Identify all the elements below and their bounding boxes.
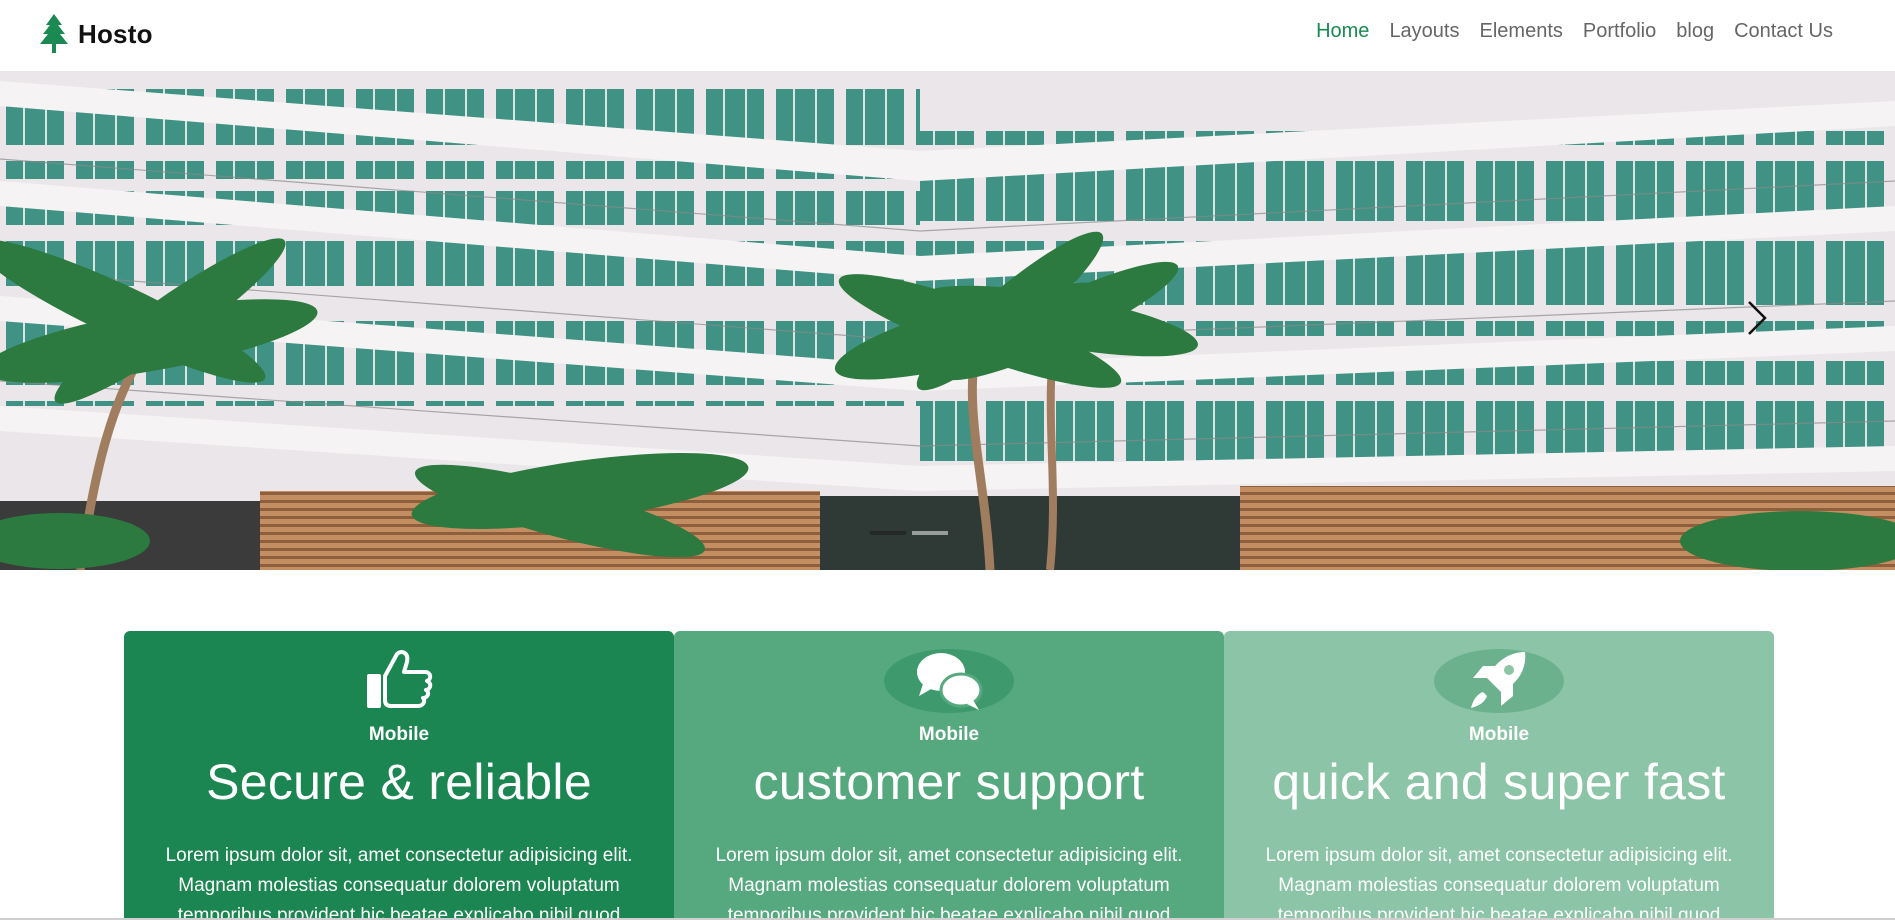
hero-image: [0, 71, 1895, 570]
feature-description: Lorem ipsum dolor sit, amet consectetur …: [715, 845, 1183, 920]
carousel-indicator-2[interactable]: [912, 531, 948, 535]
feature-description: Lorem ipsum dolor sit, amet consectetur …: [1265, 845, 1733, 920]
feature-kicker: Mobile: [918, 724, 980, 745]
feature-card-secure: Mobile Secure & reliable Lorem ipsum dol…: [124, 631, 674, 920]
nav-link-elements[interactable]: Elements: [1480, 20, 1563, 43]
brand[interactable]: Hosto: [38, 14, 153, 54]
feature-card-fast: Mobile quick and super fast Lorem ipsum …: [1224, 631, 1774, 920]
feature-title: quick and super fast: [1272, 754, 1726, 810]
thumbs-up-icon: [334, 649, 464, 713]
nav-link-home[interactable]: Home: [1316, 20, 1369, 43]
nav-link-layouts[interactable]: Layouts: [1389, 20, 1459, 43]
pine-tree-icon: [38, 14, 70, 54]
main-nav: Home Layouts Elements Portfolio blog Con…: [1316, 20, 1833, 43]
feature-kicker: Mobile: [368, 724, 430, 745]
feature-card-support: Mobile customer support Lorem ipsum dolo…: [674, 631, 1224, 920]
hero-carousel: [0, 71, 1895, 570]
nav-link-portfolio[interactable]: Portfolio: [1583, 20, 1656, 43]
feature-description: Lorem ipsum dolor sit, amet consectetur …: [165, 845, 633, 920]
chat-bubbles-icon: [884, 649, 1014, 713]
carousel-indicator-1[interactable]: [870, 531, 906, 535]
feature-title: Secure & reliable: [206, 754, 592, 810]
chevron-right-icon: [1746, 300, 1768, 341]
nav-link-contact-us[interactable]: Contact Us: [1734, 20, 1833, 43]
carousel-next-button[interactable]: [1740, 296, 1774, 344]
feature-title: customer support: [753, 754, 1145, 810]
carousel-indicators: [870, 531, 948, 535]
feature-kicker: Mobile: [1468, 724, 1530, 745]
rocket-icon: [1434, 649, 1564, 713]
brand-name: Hosto: [78, 18, 153, 49]
features-section: Mobile Secure & reliable Lorem ipsum dol…: [124, 631, 1774, 920]
nav-link-blog[interactable]: blog: [1676, 20, 1714, 43]
navbar: Hosto Home Layouts Elements Portfolio bl…: [0, 0, 1895, 71]
